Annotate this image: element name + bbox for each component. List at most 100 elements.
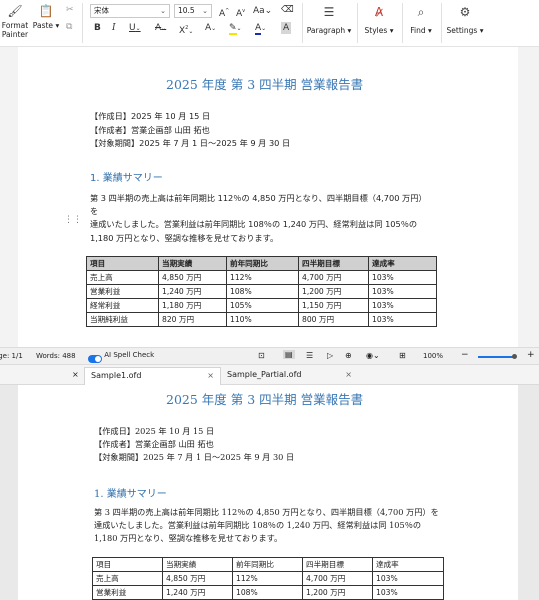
- paste-label: Paste: [32, 21, 54, 30]
- fit-page-icon[interactable]: ⊞: [399, 351, 406, 360]
- table-cell: 103%: [368, 284, 437, 299]
- format-painter-button[interactable]: 🖌 Format Painter: [0, 3, 30, 45]
- clipboard-icon: 📋: [38, 4, 54, 18]
- table-header-cell: 当期実績: [162, 557, 233, 572]
- font-name-select[interactable]: 宋体 ⌄: [90, 4, 170, 18]
- track-changes-icon[interactable]: ⊡: [258, 351, 265, 360]
- find-button[interactable]: ⌕ Find ▾: [405, 3, 437, 45]
- spell-check-toggle[interactable]: AI Spell Check: [88, 351, 155, 363]
- superscript-icon[interactable]: X2⌄: [179, 22, 193, 38]
- table-cell: 112%: [232, 571, 303, 586]
- chevron-down-icon: ⌄: [202, 7, 208, 15]
- table-cell: 103%: [368, 312, 437, 327]
- italic-icon[interactable]: I: [112, 22, 116, 34]
- format-painter-icon: 🖌: [7, 4, 23, 18]
- font-color-icon[interactable]: A⌄: [255, 22, 266, 35]
- table-header-cell: 当期実績: [158, 256, 227, 271]
- zoom-level[interactable]: 100%: [423, 352, 443, 360]
- shrink-font-icon[interactable]: Av: [236, 5, 245, 20]
- chevron-down-icon: ▾: [479, 26, 484, 35]
- cut-icon[interactable]: ✂: [66, 4, 74, 16]
- tab-close-left[interactable]: ×: [66, 367, 84, 385]
- table-header-cell: 前年同期比: [226, 256, 299, 271]
- paragraph-line: 達成いたしました。営業利益は前年同期比 108％の 1,240 万円、経常利益は…: [94, 520, 422, 530]
- table-header-cell: 達成率: [368, 256, 437, 271]
- close-icon[interactable]: ×: [72, 370, 79, 379]
- table-cell: 108%: [226, 284, 299, 299]
- chevron-down-icon: ⌄: [160, 7, 166, 15]
- paragraph-line: 1,180 万円となり、堅調な推移を見せております。: [94, 533, 283, 543]
- editor-document-view[interactable]: 2025 年度 第 3 四半期 営業報告書 【作成日】2025 年 10 月 1…: [0, 47, 539, 347]
- table-cell: 当期純利益: [86, 312, 159, 327]
- chevron-down-icon: ▾: [428, 26, 432, 35]
- viewer-document-view[interactable]: 2025 年度 第 3 四半期 営業報告書 【作成日】2025 年 10 月 1…: [0, 385, 539, 600]
- summary-table: 項目 当期実績 前年同期比 四半期目標 達成率 売上高 4,850 万円 112…: [92, 557, 444, 600]
- table-cell: 1,180 万円: [158, 298, 227, 313]
- styles-icon: A̷: [374, 5, 384, 19]
- zoom-out-icon[interactable]: −: [461, 350, 469, 360]
- search-icon: ⌕: [417, 5, 425, 19]
- table-cell: 103%: [372, 585, 444, 600]
- table-cell: 4,850 万円: [158, 270, 227, 285]
- table-cell: 経常利益: [86, 298, 159, 313]
- table-cell: 1,240 万円: [162, 585, 233, 600]
- tab-sample-partial[interactable]: Sample_Partial.ofd ×: [221, 367, 358, 385]
- close-icon[interactable]: ×: [207, 368, 214, 384]
- eye-protect-icon[interactable]: ◉⌄: [366, 351, 380, 360]
- chevron-down-icon: ▾: [55, 21, 60, 30]
- table-row: 経常利益 1,180 万円 105% 1,150 万円 103%: [86, 298, 437, 313]
- find-label: Find: [410, 26, 426, 35]
- font-size-select[interactable]: 10.5 ⌄: [174, 4, 212, 18]
- bold-icon[interactable]: B: [94, 22, 101, 34]
- zoom-in-icon[interactable]: +: [527, 350, 535, 360]
- table-header-cell: 四半期目標: [302, 557, 373, 572]
- table-header-cell: 項目: [86, 256, 159, 271]
- change-case-icon[interactable]: Aa⌄: [253, 5, 272, 17]
- paste-button[interactable]: 📋 Paste ▾: [32, 3, 60, 45]
- styles-button[interactable]: A̷ Styles ▾: [360, 3, 398, 45]
- web-view-icon[interactable]: ⊕: [345, 351, 352, 360]
- table-cell: 営業利益: [86, 284, 159, 299]
- paragraph-line: を: [90, 206, 99, 216]
- underline-icon[interactable]: U⌄: [129, 22, 141, 35]
- divider: [302, 3, 303, 43]
- author: 【作成者】営業企画部 山田 拓也: [90, 125, 210, 135]
- close-icon[interactable]: ×: [345, 367, 352, 383]
- highlight-icon[interactable]: ✎⌄: [229, 22, 242, 35]
- zoom-slider[interactable]: [478, 356, 514, 358]
- print-layout-icon[interactable]: ▤: [283, 350, 295, 359]
- spell-check-label: AI Spell Check: [104, 351, 155, 359]
- strikethrough-icon[interactable]: A⌄: [155, 22, 166, 35]
- paragraph-label: Paragraph: [306, 26, 346, 35]
- zoom-slider-thumb[interactable]: [512, 354, 517, 359]
- styles-label: Styles: [364, 26, 388, 35]
- settings-button[interactable]: ⚙ Settings ▾: [444, 3, 486, 45]
- document-title: 2025 年度 第 3 四半期 営業報告書: [166, 77, 364, 92]
- table-header-cell: 達成率: [372, 557, 444, 572]
- char-shading-icon[interactable]: A: [281, 22, 292, 34]
- grow-font-icon[interactable]: A^: [219, 5, 229, 20]
- section-heading: 1. 業績サマリー: [90, 173, 163, 184]
- font-size-value: 10.5: [178, 6, 195, 15]
- summary-table[interactable]: 項目 当期実績 前年同期比 四半期目標 達成率 売上高 4,850 万円 112…: [86, 256, 437, 327]
- word-count: Words: 488: [36, 352, 76, 360]
- paragraph-line: 第 3 四半期の売上高は前年同期比 112％の 4,850 万円となり、四半期目…: [94, 507, 439, 517]
- outline-view-icon[interactable]: ☰: [306, 351, 313, 360]
- table-header-cell: 四半期目標: [298, 256, 369, 271]
- tab-label: Sample_Partial.ofd: [227, 370, 302, 379]
- table-row: 営業利益 1,240 万円 108% 1,200 万円 103%: [86, 284, 437, 299]
- copy-icon[interactable]: ⧉: [66, 21, 72, 33]
- clear-format-icon[interactable]: ⌫: [281, 4, 294, 16]
- text-effect-icon[interactable]: A⌄: [205, 22, 216, 35]
- table-cell: 売上高: [86, 270, 159, 285]
- table-row: 営業利益 1,240 万円 108% 1,200 万円 103%: [92, 585, 444, 600]
- paragraph-button[interactable]: ☰ Paragraph ▾: [304, 3, 354, 45]
- tab-sample1[interactable]: Sample1.ofd ×: [84, 367, 221, 385]
- table-header-cell: 前年同期比: [232, 557, 303, 572]
- play-icon[interactable]: ▷: [327, 351, 333, 360]
- divider: [402, 3, 403, 43]
- divider: [357, 3, 358, 43]
- drag-handle-icon[interactable]: ⋮⋮: [64, 215, 82, 225]
- table-cell: 1,200 万円: [302, 585, 373, 600]
- table-cell: 売上高: [92, 571, 163, 586]
